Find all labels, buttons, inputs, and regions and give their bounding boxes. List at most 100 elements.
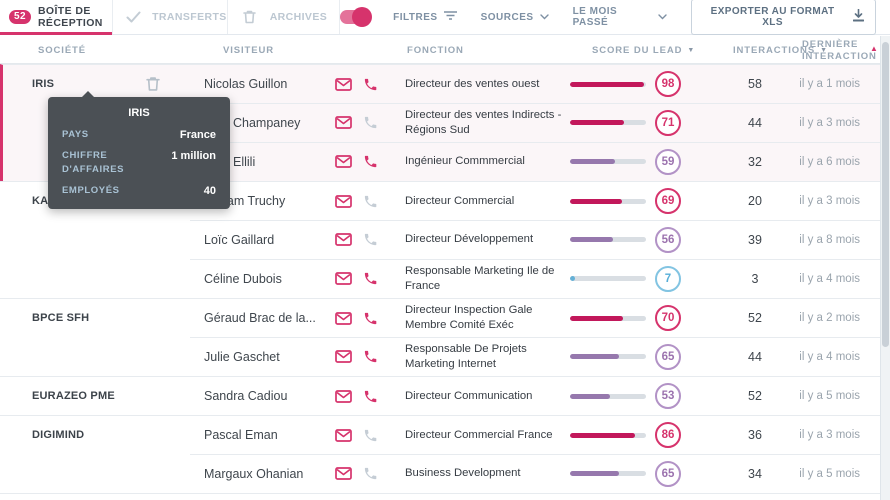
score-bar-fill (570, 471, 620, 476)
score-bar-fill (570, 159, 615, 164)
row-trash-icon[interactable] (146, 76, 160, 97)
score-value-badge: 69 (655, 188, 681, 214)
phone-icon[interactable] (363, 428, 378, 443)
column-header-societe: SOCIÉTÉ (38, 45, 87, 56)
scrollbar-thumb[interactable] (882, 42, 889, 347)
table-row[interactable]: EURAZEO PME Sandra Cadiou Directeur Comm… (0, 376, 890, 415)
sort-asc-icon[interactable]: ▲ (870, 44, 879, 53)
company-name: IRIS (32, 78, 55, 90)
envelope-icon[interactable] (335, 311, 352, 325)
score-bar-fill (570, 354, 620, 359)
vertical-scrollbar[interactable] (880, 36, 890, 500)
phone-icon[interactable] (363, 271, 378, 286)
filters-toggle[interactable] (340, 7, 373, 27)
contact-actions (335, 428, 405, 443)
tab-inbox[interactable]: 52 BOÎTE DE RÉCEPTION (0, 0, 113, 35)
interactions-count: 58 (748, 77, 762, 91)
table-row[interactable]: Julie Gaschet Responsable De Projets Mar… (0, 337, 890, 376)
tab-transfers-label: TRANSFERTS (152, 11, 227, 23)
lead-score: 7 (570, 265, 725, 292)
phone-icon[interactable] (363, 349, 378, 364)
column-header-fonction: FONCTION (407, 45, 464, 56)
job-title: Directeur Commercial (405, 194, 515, 207)
tooltip-label: EMPLOYÉS (62, 185, 120, 197)
phone-icon[interactable] (363, 389, 378, 404)
envelope-icon[interactable] (335, 467, 352, 480)
period-dropdown[interactable]: LE MOIS PASSÉ (573, 6, 668, 28)
phone-icon[interactable] (363, 232, 378, 247)
score-bar (570, 81, 646, 87)
score-value-badge: 7 (655, 265, 681, 292)
score-bar-fill (570, 81, 645, 87)
table-row[interactable]: Céline Dubois Responsable Marketing Ile … (0, 259, 890, 298)
visitor-name: Géraud Brac de la... (204, 311, 316, 325)
visitor-name: Nicolas Guillon (204, 77, 288, 91)
envelope-icon[interactable] (335, 350, 352, 363)
job-title: Directeur des ventes ouest (405, 77, 540, 90)
score-value-badge: 65 (655, 460, 681, 487)
tab-inbox-label: BOÎTE DE RÉCEPTION (37, 5, 103, 29)
job-title: Business Development (405, 467, 521, 480)
phone-icon[interactable] (363, 194, 378, 209)
table-row[interactable]: DIGIMIND Pascal Eman Directeur Commercia… (0, 415, 890, 454)
interactions-count: 32 (748, 154, 762, 169)
envelope-icon[interactable] (335, 272, 352, 285)
contact-actions (335, 389, 405, 404)
contact-actions (335, 194, 405, 209)
table-row[interactable]: Loïc Gaillard Directeur Développement 56… (0, 220, 890, 259)
phone-icon[interactable] (363, 77, 378, 92)
envelope-icon[interactable] (335, 155, 352, 168)
toolbar-right: FILTRES SOURCES LE MOIS PASSÉ EXPORTER A… (340, 0, 890, 35)
job-title: Directeur Commercial France (405, 428, 553, 441)
sort-desc-icon: ▼ (687, 47, 696, 54)
tab-archives-label: ARCHIVES (269, 11, 328, 23)
score-bar-fill (570, 237, 613, 242)
column-header-visiteur: VISITEUR (223, 45, 275, 56)
tooltip-row: EMPLOYÉS 40 (62, 184, 216, 199)
phone-icon[interactable] (363, 154, 378, 169)
table-row[interactable]: BPCE SFH Géraud Brac de la... Directeur … (0, 298, 890, 337)
visitor-name: Pascal Eman (204, 428, 278, 442)
score-bar (570, 393, 646, 399)
envelope-icon[interactable] (335, 77, 352, 91)
lead-score: 71 (570, 109, 725, 136)
tab-transfers[interactable]: TRANSFERTS (113, 0, 228, 34)
toggle-knob (352, 7, 373, 27)
tooltip-value: 40 (203, 185, 216, 198)
envelope-icon[interactable] (335, 194, 352, 208)
contact-actions (335, 271, 405, 286)
phone-icon[interactable] (363, 466, 378, 481)
contact-actions (335, 232, 405, 247)
phone-icon[interactable] (363, 311, 378, 326)
interactions-count: 39 (748, 232, 762, 247)
last-interaction: il y a 6 mois (799, 155, 860, 168)
score-bar-fill (570, 198, 623, 204)
envelope-icon[interactable] (335, 428, 352, 442)
job-title: Responsable Marketing Ile de France (405, 264, 555, 292)
interactions-count: 44 (748, 115, 762, 130)
export-xls-button[interactable]: EXPORTER AU FORMAT XLS (691, 0, 876, 35)
last-interaction: il y a 1 mois (799, 78, 860, 90)
score-bar (570, 159, 646, 164)
tooltip-row: PAYS France (62, 128, 216, 143)
column-header-score[interactable]: SCORE DU LEAD ▼ (592, 45, 695, 56)
tooltip-row: CHIFFRE D'AFFAIRES 1 million (62, 149, 216, 178)
tab-archives[interactable]: ARCHIVES (228, 0, 341, 34)
filters-label: FILTRES (393, 11, 438, 23)
envelope-icon[interactable] (335, 233, 352, 246)
sources-dropdown[interactable]: SOURCES (481, 12, 549, 23)
phone-icon[interactable] (363, 115, 378, 130)
top-navigation-bar: 52 BOÎTE DE RÉCEPTION TRANSFERTS ARCHIVE… (0, 0, 890, 35)
score-bar-fill (570, 120, 624, 125)
tooltip-value: France (179, 129, 216, 141)
inbox-count-badge: 52 (9, 10, 31, 24)
chevron-down-icon (658, 12, 667, 23)
table-row[interactable]: Margaux Ohanian Business Development 65 … (0, 454, 890, 493)
envelope-icon[interactable] (335, 389, 352, 403)
filters-button[interactable]: FILTRES (393, 10, 457, 24)
job-title: Responsable De Projets Marketing Interne… (405, 342, 527, 370)
lead-score: 86 (570, 422, 725, 448)
company-tooltip: IRIS PAYS France CHIFFRE D'AFFAIRES 1 mi… (48, 91, 230, 209)
envelope-icon[interactable] (335, 116, 352, 129)
company-name: EURAZEO PME (32, 390, 115, 402)
